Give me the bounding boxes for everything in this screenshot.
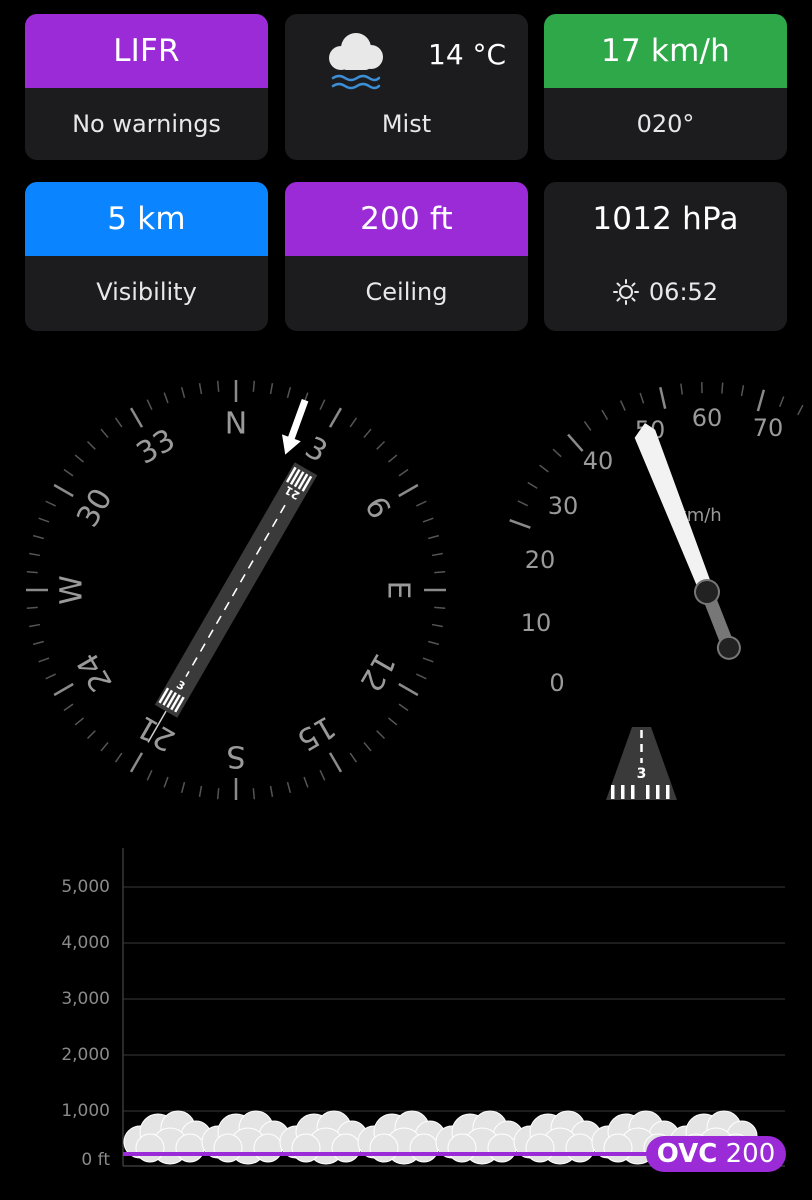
wind-speed-value: 17 km/h	[544, 14, 787, 88]
compass-west-label: W	[55, 575, 90, 605]
y-tick-0: 0 ft	[81, 1150, 110, 1170]
pressure-card[interactable]: 1012 hPa 06:52	[544, 182, 787, 331]
cloud-puff	[409, 1133, 439, 1163]
y-tick-2000: 2,000	[61, 1045, 110, 1065]
cloud-puff	[447, 1133, 477, 1163]
sunrise-time: 06:52	[648, 278, 719, 306]
cloud-mist-icon	[329, 33, 383, 90]
visibility-card[interactable]: 5 km Visibility	[25, 182, 268, 331]
ceiling-card[interactable]: 200 ft Ceiling	[285, 182, 528, 331]
gauge-tick-0: 0	[549, 669, 564, 697]
flight-category-card[interactable]: LIFR No warnings	[25, 14, 268, 160]
y-tick-1000: 1,000	[61, 1101, 110, 1121]
gauge-tick-60: 60	[692, 404, 723, 432]
y-tick-4000: 4,000	[61, 933, 110, 953]
visibility-value: 5 km	[25, 182, 268, 256]
y-tick-3000: 3,000	[61, 989, 110, 1009]
warnings-label: No warnings	[72, 110, 221, 138]
cloud-puff	[291, 1133, 321, 1163]
compass-heading-24: 24	[70, 647, 119, 698]
weather-condition-label: Mist	[381, 110, 432, 138]
ovc-height: 200	[726, 1139, 776, 1169]
pressure-value: 1012 hPa	[592, 201, 739, 237]
cloud-puff	[525, 1133, 555, 1163]
cloud-puff	[565, 1133, 595, 1163]
y-tick-5000: 5,000	[61, 877, 110, 897]
flight-category-value: LIFR	[25, 14, 268, 88]
compass-east-label: E	[381, 581, 416, 600]
compass-heading-3: 3	[299, 430, 333, 470]
wind-speed-needle	[634, 422, 741, 660]
ovc-coverage: OVC	[657, 1139, 718, 1169]
ceiling-label: Ceiling	[365, 278, 448, 306]
compass-heading-6: 6	[357, 491, 397, 525]
sun-icon	[612, 279, 639, 305]
cloud-puff	[369, 1133, 399, 1163]
cloud-puff	[603, 1133, 633, 1163]
ceiling-value: 200 ft	[285, 182, 528, 256]
compass-heading-12: 12	[352, 647, 401, 698]
cloud-puff	[175, 1133, 205, 1163]
compass-heading-33: 33	[131, 422, 182, 471]
compass-south-label: S	[226, 739, 245, 774]
runway-icon: 3	[606, 727, 677, 800]
ovc-badge: OVC 200	[646, 1136, 786, 1172]
runway-diagram: 21 3	[147, 462, 318, 743]
gauge-tick-40: 40	[583, 447, 614, 475]
runway-icon-number: 3	[637, 766, 647, 782]
compass-heading-30: 30	[70, 483, 119, 534]
wind-compass: N 3 6 E 12 15 S 21 24 W 30 33 21 3	[26, 380, 446, 800]
cloud-puff	[213, 1133, 243, 1163]
gauge-tick-30: 30	[548, 492, 579, 520]
gauge-tick-20: 20	[525, 546, 556, 574]
gauge-tick-10: 10	[521, 609, 552, 637]
wind-card[interactable]: 17 km/h 020°	[544, 14, 787, 160]
compass-heading-15: 15	[291, 708, 342, 757]
visibility-label: Visibility	[96, 278, 197, 306]
cloud-ceiling-chart: 5,000 4,000 3,000 2,000 1,000 0 ft OVC 2…	[61, 848, 786, 1172]
temperature-value: 14 °C	[428, 38, 507, 71]
weather-card[interactable]: 14 °C Mist	[285, 14, 528, 160]
cloud-puff	[487, 1133, 517, 1163]
cloud-puff	[331, 1133, 361, 1163]
cloud-puff	[135, 1133, 165, 1163]
wind-speed-gauge: 0 10 20 30 40 50 60 70 km/h 3	[509, 382, 804, 800]
wind-direction-label: 020°	[636, 110, 695, 138]
compass-heading-21: 21	[131, 708, 182, 757]
gauge-tick-70: 70	[753, 414, 784, 442]
compass-north-label: N	[225, 407, 247, 442]
cloud-puff	[253, 1133, 283, 1163]
svg-text:OVC 200: OVC 200	[657, 1139, 776, 1169]
